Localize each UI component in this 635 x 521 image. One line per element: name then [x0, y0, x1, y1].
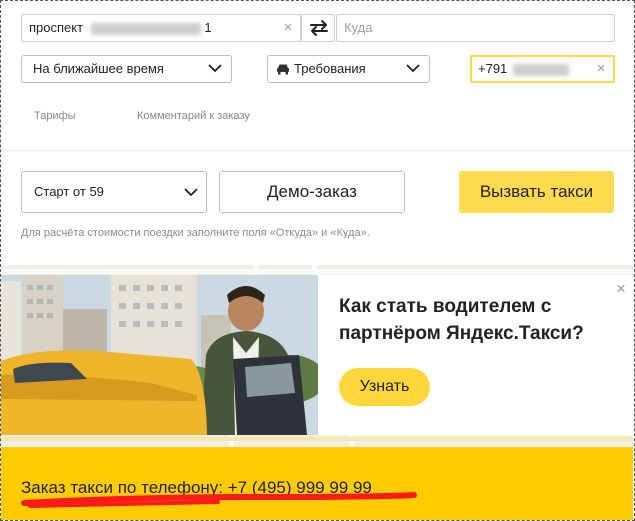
ad-title: Как стать водителем с партнёром Яндекс.Т… — [339, 296, 584, 344]
phone-input[interactable]: +791 × — [470, 55, 615, 83]
clear-phone-icon[interactable]: × — [593, 57, 609, 81]
time-select-label: На ближайшее время — [33, 61, 164, 76]
from-input[interactable]: проспект 1 × — [21, 14, 301, 42]
demo-order-button[interactable]: Демо-заказ — [219, 171, 405, 213]
car-icon — [277, 64, 289, 75]
ad-photo — [1, 275, 318, 435]
redacted-phone — [512, 63, 569, 76]
tab-tariffs[interactable]: Тарифы — [34, 110, 76, 122]
learn-more-button[interactable]: Узнать — [339, 368, 430, 406]
map-road — [1, 437, 633, 441]
to-input[interactable]: Куда — [336, 14, 615, 42]
start-price-select[interactable]: Старт от 59 — [21, 171, 207, 213]
chevron-down-icon — [208, 64, 222, 73]
to-placeholder: Куда — [344, 20, 373, 35]
close-ad-icon[interactable]: × — [613, 280, 629, 297]
form-divider — [1, 150, 633, 151]
order-form: проспект 1 × Куда На ближайшее время Тре… — [1, 1, 633, 265]
swap-addresses-button[interactable] — [301, 14, 335, 42]
call-taxi-button[interactable]: Вызвать такси — [459, 171, 614, 213]
requirements-select[interactable]: Требования — [267, 55, 430, 83]
chevron-down-icon — [184, 188, 198, 197]
price-hint: Для расчёта стоимости поездки заполните … — [21, 227, 370, 239]
from-value-prefix: проспект — [29, 20, 84, 35]
requirements-label: Требования — [294, 61, 366, 76]
red-marker-underline — [21, 492, 417, 508]
chevron-down-icon — [406, 64, 420, 73]
redacted-address — [90, 22, 201, 35]
tab-comment[interactable]: Комментарий к заказу — [137, 110, 250, 122]
start-price-label: Старт от 59 — [34, 184, 104, 199]
time-select[interactable]: На ближайшее время — [21, 55, 232, 83]
phone-value-prefix: +791 — [478, 61, 508, 76]
swap-arrows-icon — [310, 20, 328, 36]
from-value-suffix: 1 — [204, 20, 212, 35]
clear-from-icon[interactable]: × — [280, 15, 296, 41]
driver-ad-banner[interactable]: Как стать водителем с партнёром Яндекс.Т… — [1, 275, 633, 435]
